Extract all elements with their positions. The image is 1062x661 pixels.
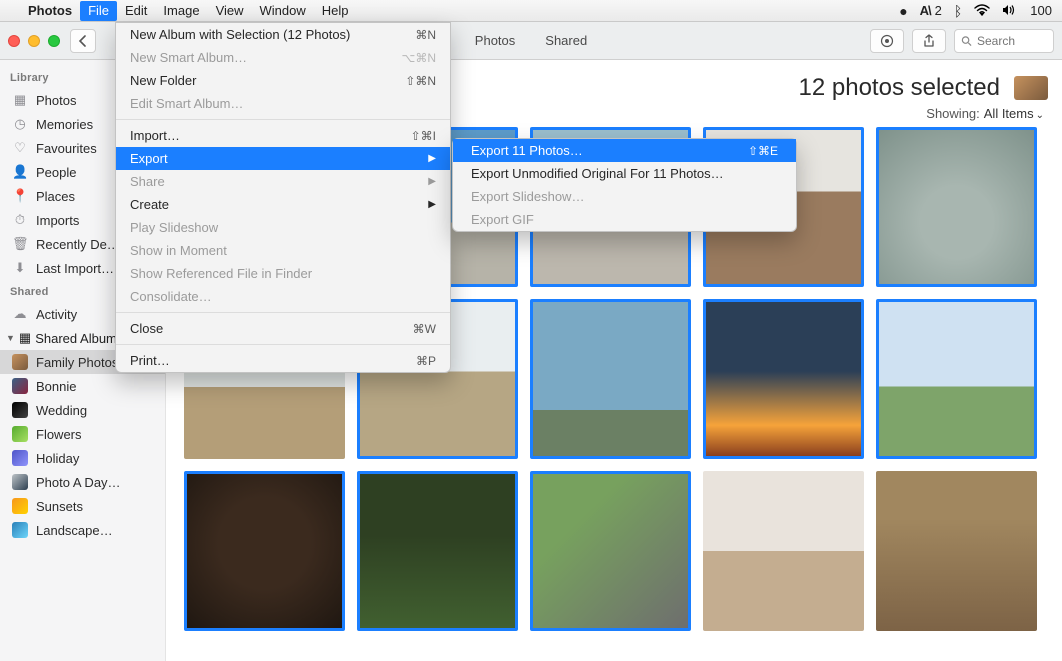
- file-consolidate: Consolidate…: [116, 285, 450, 308]
- album-thumb-icon: [12, 354, 28, 370]
- file-create[interactable]: Create▶: [116, 193, 450, 216]
- export-gif: Export GIF: [453, 208, 796, 231]
- search-input[interactable]: [977, 34, 1047, 48]
- file-close[interactable]: Close⌘W: [116, 317, 450, 340]
- tab-shared[interactable]: Shared: [545, 33, 587, 48]
- sidebar-album-wedding[interactable]: Wedding: [0, 398, 165, 422]
- sidebar-album-bonnie[interactable]: Bonnie: [0, 374, 165, 398]
- album-thumb-icon: [12, 474, 28, 490]
- photo-thumb[interactable]: [184, 471, 345, 631]
- pin-icon: 📍: [12, 188, 28, 204]
- back-button[interactable]: [70, 29, 96, 53]
- file-new-smart-album: New Smart Album…⌥⌘N: [116, 46, 450, 69]
- file-export[interactable]: Export▶: [116, 147, 450, 170]
- file-print[interactable]: Print…⌘P: [116, 349, 450, 372]
- memories-icon: ◷: [12, 116, 28, 132]
- showing-filter[interactable]: Showing:All Items⌄: [926, 106, 1044, 121]
- sidebar-album-flowers[interactable]: Flowers: [0, 422, 165, 446]
- clock-icon: ⏱: [12, 212, 28, 228]
- file-import[interactable]: Import…⇧⌘I: [116, 124, 450, 147]
- battery-percentage: 100: [1030, 3, 1052, 18]
- menu-file[interactable]: File: [80, 1, 117, 21]
- album-thumb-icon: [12, 522, 28, 538]
- photo-thumb[interactable]: [703, 471, 864, 631]
- album-icon: ▦: [19, 330, 31, 346]
- export-n-photos[interactable]: Export 11 Photos…⇧⌘E: [453, 139, 796, 162]
- menu-separator: [116, 119, 450, 120]
- export-unmodified-original[interactable]: Export Unmodified Original For 11 Photos…: [453, 162, 796, 185]
- album-thumb-icon: [12, 450, 28, 466]
- siri-icon[interactable]: ●: [899, 3, 907, 19]
- photo-thumb[interactable]: [530, 471, 691, 631]
- sidebar-album-sunsets[interactable]: Sunsets: [0, 494, 165, 518]
- file-share: Share▶: [116, 170, 450, 193]
- album-cover-thumb[interactable]: [1014, 76, 1048, 100]
- sidebar-album-photo-a-day[interactable]: Photo A Day…: [0, 470, 165, 494]
- album-thumb-icon: [12, 378, 28, 394]
- photo-thumb[interactable]: [530, 299, 691, 459]
- export-slideshow: Export Slideshow…: [453, 185, 796, 208]
- file-show-in-moment: Show in Moment: [116, 239, 450, 262]
- app-name[interactable]: Photos: [28, 3, 72, 18]
- tab-photos[interactable]: Photos: [475, 33, 515, 48]
- file-menu: New Album with Selection (12 Photos)⌘N N…: [115, 22, 451, 373]
- close-window-button[interactable]: [8, 35, 20, 47]
- photo-thumb[interactable]: [357, 471, 518, 631]
- photo-thumb[interactable]: [876, 299, 1037, 459]
- minimize-window-button[interactable]: [28, 35, 40, 47]
- menu-image[interactable]: Image: [163, 3, 199, 18]
- file-new-album-with-selection[interactable]: New Album with Selection (12 Photos)⌘N: [116, 23, 450, 46]
- menu-edit[interactable]: Edit: [125, 3, 147, 18]
- cloud-icon: ☁: [12, 306, 28, 322]
- menu-separator: [116, 312, 450, 313]
- bluetooth-icon[interactable]: ᛒ: [954, 3, 962, 19]
- export-submenu: Export 11 Photos…⇧⌘E Export Unmodified O…: [452, 138, 797, 232]
- album-thumb-icon: [12, 426, 28, 442]
- window-controls: [8, 35, 60, 47]
- file-show-referenced: Show Referenced File in Finder: [116, 262, 450, 285]
- search-icon: [961, 35, 972, 47]
- share-button[interactable]: [912, 29, 946, 53]
- file-play-slideshow: Play Slideshow: [116, 216, 450, 239]
- photo-thumb[interactable]: [876, 127, 1037, 287]
- menu-help[interactable]: Help: [322, 3, 349, 18]
- heart-icon: ♡: [12, 140, 28, 156]
- quick-actions-button[interactable]: [870, 29, 904, 53]
- album-thumb-icon: [12, 402, 28, 418]
- menu-view[interactable]: View: [216, 3, 244, 18]
- menubar: Photos File Edit Image View Window Help …: [0, 0, 1062, 22]
- sidebar-album-holiday[interactable]: Holiday: [0, 446, 165, 470]
- sidebar-album-landscape[interactable]: Landscape…: [0, 518, 165, 542]
- page-title: 12 photos selected: [799, 74, 1000, 102]
- fullscreen-window-button[interactable]: [48, 35, 60, 47]
- file-new-folder[interactable]: New Folder⇧⌘N: [116, 69, 450, 92]
- person-icon: 👤: [12, 164, 28, 180]
- file-edit-smart-album: Edit Smart Album…: [116, 92, 450, 115]
- photo-thumb[interactable]: [876, 471, 1037, 631]
- menu-window[interactable]: Window: [260, 3, 306, 18]
- chevron-right-icon: ▶: [428, 153, 436, 164]
- photo-thumb[interactable]: [703, 299, 864, 459]
- chevron-right-icon: ▶: [428, 199, 436, 210]
- search-field[interactable]: [954, 29, 1054, 53]
- volume-icon[interactable]: [1002, 3, 1018, 19]
- wifi-icon[interactable]: [974, 3, 990, 19]
- chevron-right-icon: ▶: [428, 176, 436, 187]
- album-thumb-icon: [12, 498, 28, 514]
- photos-icon: ▦: [12, 92, 28, 108]
- import-icon: ⬇: [12, 260, 28, 276]
- trash-icon: 🗑: [12, 236, 28, 252]
- adobe-cc-icon[interactable]: A\2: [920, 3, 942, 18]
- menu-separator: [116, 344, 450, 345]
- chevron-down-icon: ⌄: [1036, 110, 1044, 121]
- chevron-down-icon: ▼: [6, 333, 15, 343]
